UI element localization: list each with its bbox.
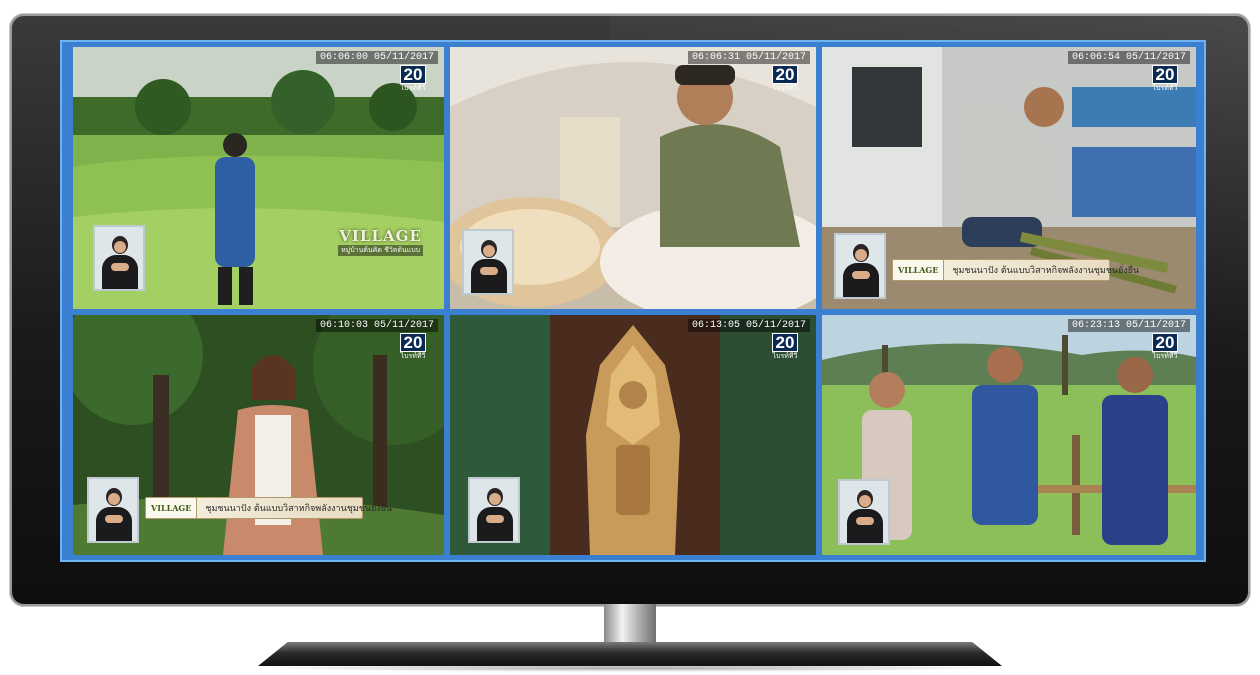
tv-stand-base	[258, 642, 1002, 666]
channel-name: ไบรท์ทีวี	[1152, 85, 1178, 92]
sign-language-interpreter	[87, 477, 139, 543]
channel-name: ไบรท์ทีวี	[1152, 353, 1178, 360]
tv-screen-grid: 06:06:00 05/11/2017 20 ไบรท์ทีวี VILLAGE…	[60, 40, 1206, 562]
channel-name: ไบรท์ทีวี	[400, 85, 426, 92]
village-logo: VILLAGE หมู่บ้านต้นคิด ชีวิตต้นแบบ	[338, 227, 424, 256]
timestamp: 06:13:05 05/11/2017	[687, 319, 810, 332]
channel-logo: 20 ไบรท์ทีวี	[400, 333, 426, 360]
channel-logo: 20 ไบรท์ทีวี	[772, 65, 798, 92]
timestamp: 06:06:54 05/11/2017	[1067, 51, 1190, 64]
timestamp: 06:10:03 05/11/2017	[315, 319, 438, 332]
channel-name: ไบรท์ทีวี	[772, 353, 798, 360]
tv-stand-shadow	[250, 664, 1010, 672]
video-panel-3[interactable]: 06:06:54 05/11/2017 20 ไบรท์ทีวี VILLAGE…	[822, 47, 1196, 309]
channel-name: ไบรท์ทีวี	[772, 85, 798, 92]
channel-logo: 20 ไบรท์ทีวี	[400, 65, 426, 92]
lower-third-title: ชุมชนนาปัง ต้นแบบวิสาหกิจพลังงานชุมชนยั่…	[205, 504, 393, 514]
lower-third-logo: VILLAGE	[146, 498, 198, 518]
channel-logo: 20 ไบรท์ทีวี	[1152, 65, 1178, 92]
sign-language-interpreter	[93, 225, 145, 291]
program-lower-third: VILLAGE ชุมชนนาปัง ต้นแบบวิสาหกิจพลังงาน…	[145, 497, 392, 519]
video-panel-1[interactable]: 06:06:00 05/11/2017 20 ไบรท์ทีวี VILLAGE…	[73, 47, 444, 309]
channel-number: 20	[772, 333, 798, 352]
channel-number: 20	[772, 65, 798, 84]
timestamp: 06:23:13 05/11/2017	[1067, 319, 1190, 332]
lower-third-title: ชุมชนนาปัง ต้นแบบวิสาหกิจพลังงานชุมชนยั่…	[952, 266, 1140, 276]
village-logo-subtitle: หมู่บ้านต้นคิด ชีวิตต้นแบบ	[338, 245, 424, 256]
sign-language-interpreter	[468, 477, 520, 543]
village-logo-title: VILLAGE	[339, 227, 422, 245]
sign-language-interpreter	[838, 479, 890, 545]
sign-language-interpreter	[462, 229, 514, 295]
channel-logo: 20 ไบรท์ทีวี	[1152, 333, 1178, 360]
timestamp: 06:06:00 05/11/2017	[315, 51, 438, 64]
video-panel-4[interactable]: 06:10:03 05/11/2017 20 ไบรท์ทีวี VILLAGE…	[73, 315, 444, 555]
timestamp: 06:06:31 05/11/2017	[687, 51, 810, 64]
channel-number: 20	[1152, 65, 1178, 84]
program-lower-third: VILLAGE ชุมชนนาปัง ต้นแบบวิสาหกิจพลังงาน…	[892, 259, 1139, 281]
channel-logo: 20 ไบรท์ทีวี	[772, 333, 798, 360]
video-panel-5[interactable]: 06:13:05 05/11/2017 20 ไบรท์ทีวี	[450, 315, 816, 555]
channel-number: 20	[1152, 333, 1178, 352]
channel-number: 20	[400, 65, 426, 84]
channel-number: 20	[400, 333, 426, 352]
video-panel-2[interactable]: 06:06:31 05/11/2017 20 ไบรท์ทีวี	[450, 47, 816, 309]
sign-language-interpreter	[834, 233, 886, 299]
video-panel-6[interactable]: 06:23:13 05/11/2017 20 ไบรท์ทีวี	[822, 315, 1196, 555]
lower-third-logo: VILLAGE	[893, 260, 945, 280]
channel-name: ไบรท์ทีวี	[400, 353, 426, 360]
tv-stand-neck	[604, 604, 656, 646]
